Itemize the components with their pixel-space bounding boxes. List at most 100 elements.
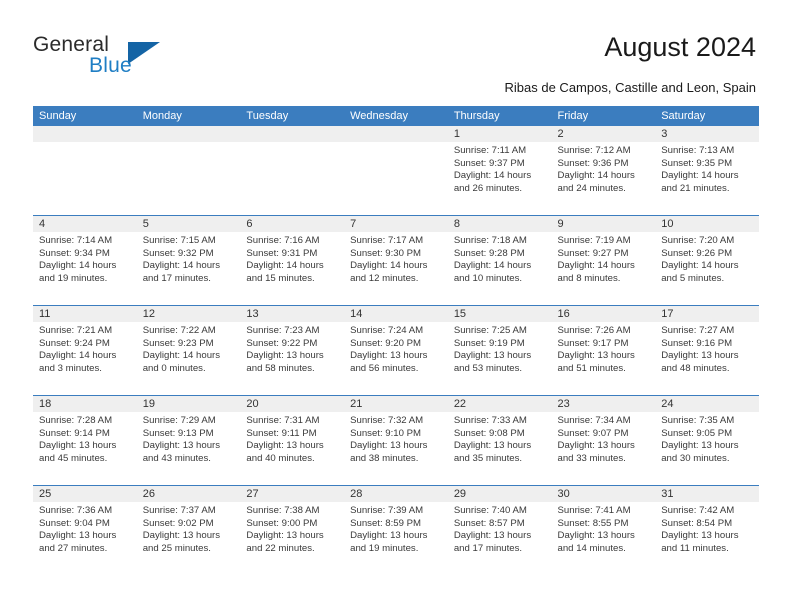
day-number: 2 xyxy=(551,126,656,142)
calendar-day-cell[interactable]: 21 Sunrise: 7:32 AM Sunset: 9:10 PM Dayligh… xyxy=(344,396,448,485)
calendar-day-cell[interactable]: 19 Sunrise: 7:29 AM Sunset: 9:13 PM Dayligh… xyxy=(136,396,241,485)
daylight-duration-line1: Daylight: 13 hours xyxy=(350,350,428,362)
day-details: Sunrise: 7:33 AM Sunset: 9:08 PM Daylight:… xyxy=(448,412,552,465)
calendar-day-cell[interactable]: 1 Sunrise: 7:11 AM Sunset: 9:37 PM Daylight… xyxy=(447,126,552,215)
sunrise-time: Sunrise: 7:16 AM xyxy=(246,235,320,246)
calendar-day-cell[interactable]: 11 Sunrise: 7:21 AM Sunset: 9:24 PM Dayligh… xyxy=(33,306,137,395)
calendar-day-cell[interactable]: 2 Sunrise: 7:12 AM Sunset: 9:36 PM Daylight… xyxy=(551,126,656,215)
daylight-duration-line2: and 58 minutes. xyxy=(246,362,315,374)
day-number: 14 xyxy=(344,306,448,322)
daylight-duration-line1: Daylight: 14 hours xyxy=(557,260,635,272)
daylight-duration-line1: Daylight: 14 hours xyxy=(246,260,324,272)
calendar-day-cell[interactable]: 24 Sunrise: 7:35 AM Sunset: 9:05 PM Dayligh… xyxy=(655,396,759,485)
sunrise-time: Sunrise: 7:18 AM xyxy=(453,235,527,246)
sunset-time: Sunset: 9:31 PM xyxy=(246,247,318,259)
day-number: 15 xyxy=(447,306,552,322)
calendar-day-cell[interactable]: 18 Sunrise: 7:28 AM Sunset: 9:14 PM Dayligh… xyxy=(33,396,137,485)
calendar-day-cell[interactable]: 5 Sunrise: 7:15 AM Sunset: 9:32 PM Daylight… xyxy=(136,216,241,305)
calendar-day-cell[interactable]: 10 Sunrise: 7:20 AM Sunset: 9:26 PM Dayligh… xyxy=(655,216,759,305)
calendar-day-cell[interactable]: 16 Sunrise: 7:26 AM Sunset: 9:17 PM Dayligh… xyxy=(551,306,656,395)
calendar-week-row: 11 Sunrise: 7:21 AM Sunset: 9:24 PM Dayligh… xyxy=(33,305,759,395)
sunrise-time: Sunrise: 7:38 AM xyxy=(246,505,320,516)
sunrise-time: Sunrise: 7:21 AM xyxy=(39,325,113,336)
day-number: 18 xyxy=(33,396,137,412)
calendar-cell-empty xyxy=(344,126,448,215)
day-details: Sunrise: 7:41 AM Sunset: 8:55 PM Daylight:… xyxy=(552,502,656,555)
day-details: Sunrise: 7:25 AM Sunset: 9:19 PM Daylight:… xyxy=(448,322,552,375)
week-cells: 4 Sunrise: 7:14 AM Sunset: 9:34 PM Daylight… xyxy=(33,216,759,305)
day-number xyxy=(240,126,345,142)
sunset-time: Sunset: 8:54 PM xyxy=(661,517,733,529)
calendar-day-cell[interactable]: 26 Sunrise: 7:37 AM Sunset: 9:02 PM Dayligh… xyxy=(136,486,241,575)
sunrise-time: Sunrise: 7:20 AM xyxy=(661,235,735,246)
daylight-duration-line1: Daylight: 14 hours xyxy=(350,260,428,272)
sunset-time: Sunset: 8:55 PM xyxy=(557,517,629,529)
sunrise-time: Sunrise: 7:22 AM xyxy=(142,325,216,336)
day-details: Sunrise: 7:35 AM Sunset: 9:05 PM Daylight:… xyxy=(655,412,759,465)
daylight-duration-line2: and 51 minutes. xyxy=(557,362,626,374)
calendar-day-cell[interactable]: 17 Sunrise: 7:27 AM Sunset: 9:16 PM Dayligh… xyxy=(655,306,759,395)
daylight-duration-line2: and 17 minutes. xyxy=(453,542,523,554)
daylight-duration-line2: and 17 minutes. xyxy=(142,272,211,284)
daylight-duration-line2: and 56 minutes. xyxy=(350,362,419,374)
sunset-time: Sunset: 9:30 PM xyxy=(350,247,422,259)
day-details: Sunrise: 7:36 AM Sunset: 9:04 PM Daylight:… xyxy=(33,502,137,555)
day-number: 26 xyxy=(136,486,241,502)
calendar-day-cell[interactable]: 27 Sunrise: 7:38 AM Sunset: 9:00 PM Dayligh… xyxy=(240,486,345,575)
sunset-time: Sunset: 9:00 PM xyxy=(246,517,318,529)
daylight-duration-line2: and 14 minutes. xyxy=(557,542,626,554)
daylight-duration-line1: Daylight: 14 hours xyxy=(142,260,221,272)
daylight-duration-line1: Daylight: 14 hours xyxy=(39,350,117,362)
calendar-day-cell[interactable]: 3 Sunrise: 7:13 AM Sunset: 9:35 PM Daylight… xyxy=(655,126,759,215)
calendar-day-cell[interactable]: 12 Sunrise: 7:22 AM Sunset: 9:23 PM Dayligh… xyxy=(136,306,241,395)
sunset-time: Sunset: 9:04 PM xyxy=(39,517,110,529)
day-details: Sunrise: 7:21 AM Sunset: 9:24 PM Daylight:… xyxy=(33,322,137,375)
calendar-day-cell[interactable]: 25 Sunrise: 7:36 AM Sunset: 9:04 PM Dayligh… xyxy=(33,486,137,575)
calendar-day-cell[interactable]: 8 Sunrise: 7:18 AM Sunset: 9:28 PM Daylight… xyxy=(447,216,552,305)
calendar-day-cell[interactable]: 4 Sunrise: 7:14 AM Sunset: 9:34 PM Daylight… xyxy=(33,216,137,305)
weekday-header-saturday: Saturday xyxy=(661,110,706,122)
sunset-time: Sunset: 9:13 PM xyxy=(142,427,214,439)
daylight-duration-line1: Daylight: 13 hours xyxy=(39,440,117,452)
calendar-day-cell[interactable]: 20 Sunrise: 7:31 AM Sunset: 9:11 PM Dayligh… xyxy=(240,396,345,485)
sunset-time: Sunset: 9:05 PM xyxy=(661,427,733,439)
calendar-cell-empty xyxy=(136,126,241,215)
day-number: 24 xyxy=(655,396,759,412)
daylight-duration-line1: Daylight: 14 hours xyxy=(453,170,532,182)
day-number: 31 xyxy=(655,486,759,502)
sunrise-time: Sunrise: 7:37 AM xyxy=(142,505,216,516)
sunrise-time: Sunrise: 7:17 AM xyxy=(350,235,424,246)
sunset-time: Sunset: 9:37 PM xyxy=(453,157,525,169)
sunrise-time: Sunrise: 7:33 AM xyxy=(453,415,527,426)
daylight-duration-line1: Daylight: 13 hours xyxy=(142,530,221,542)
sunrise-time: Sunrise: 7:32 AM xyxy=(350,415,424,426)
calendar-day-cell[interactable]: 9 Sunrise: 7:19 AM Sunset: 9:27 PM Daylight… xyxy=(551,216,656,305)
calendar-day-cell[interactable]: 7 Sunrise: 7:17 AM Sunset: 9:30 PM Daylight… xyxy=(344,216,448,305)
day-details: Sunrise: 7:16 AM Sunset: 9:31 PM Daylight:… xyxy=(240,232,344,285)
day-details: Sunrise: 7:29 AM Sunset: 9:13 PM Daylight:… xyxy=(137,412,241,465)
daylight-duration-line1: Daylight: 13 hours xyxy=(350,440,428,452)
calendar-day-cell[interactable]: 22 Sunrise: 7:33 AM Sunset: 9:08 PM Dayligh… xyxy=(447,396,552,485)
week-cells: 25 Sunrise: 7:36 AM Sunset: 9:04 PM Dayligh… xyxy=(33,486,759,575)
day-details: Sunrise: 7:15 AM Sunset: 9:32 PM Daylight:… xyxy=(137,232,241,285)
calendar-day-cell[interactable]: 14 Sunrise: 7:24 AM Sunset: 9:20 PM Dayligh… xyxy=(344,306,448,395)
calendar-day-cell[interactable]: 29 Sunrise: 7:40 AM Sunset: 8:57 PM Dayligh… xyxy=(447,486,552,575)
day-number: 29 xyxy=(447,486,552,502)
sunset-time: Sunset: 9:26 PM xyxy=(661,247,733,259)
brand-logo[interactable]: General Blue xyxy=(33,33,213,79)
calendar-day-cell[interactable]: 23 Sunrise: 7:34 AM Sunset: 9:07 PM Dayligh… xyxy=(551,396,656,485)
day-number: 22 xyxy=(447,396,552,412)
sunrise-time: Sunrise: 7:27 AM xyxy=(661,325,735,336)
day-number: 17 xyxy=(655,306,759,322)
calendar-day-cell[interactable]: 31 Sunrise: 7:42 AM Sunset: 8:54 PM Dayligh… xyxy=(655,486,759,575)
daylight-duration-line1: Daylight: 13 hours xyxy=(246,350,324,362)
calendar-day-cell[interactable]: 30 Sunrise: 7:41 AM Sunset: 8:55 PM Dayligh… xyxy=(551,486,656,575)
calendar-grid: Sunday Monday Tuesday Wednesday Thursday Frid… xyxy=(33,106,759,575)
calendar-day-cell[interactable]: 15 Sunrise: 7:25 AM Sunset: 9:19 PM Dayligh… xyxy=(447,306,552,395)
sunrise-time: Sunrise: 7:36 AM xyxy=(39,505,113,516)
calendar-day-cell[interactable]: 28 Sunrise: 7:39 AM Sunset: 8:59 PM Dayligh… xyxy=(344,486,448,575)
sunrise-time: Sunrise: 7:26 AM xyxy=(557,325,631,336)
daylight-duration-line2: and 8 minutes. xyxy=(557,272,621,284)
calendar-day-cell[interactable]: 6 Sunrise: 7:16 AM Sunset: 9:31 PM Daylight… xyxy=(240,216,345,305)
calendar-day-cell[interactable]: 13 Sunrise: 7:23 AM Sunset: 9:22 PM Dayligh… xyxy=(240,306,345,395)
